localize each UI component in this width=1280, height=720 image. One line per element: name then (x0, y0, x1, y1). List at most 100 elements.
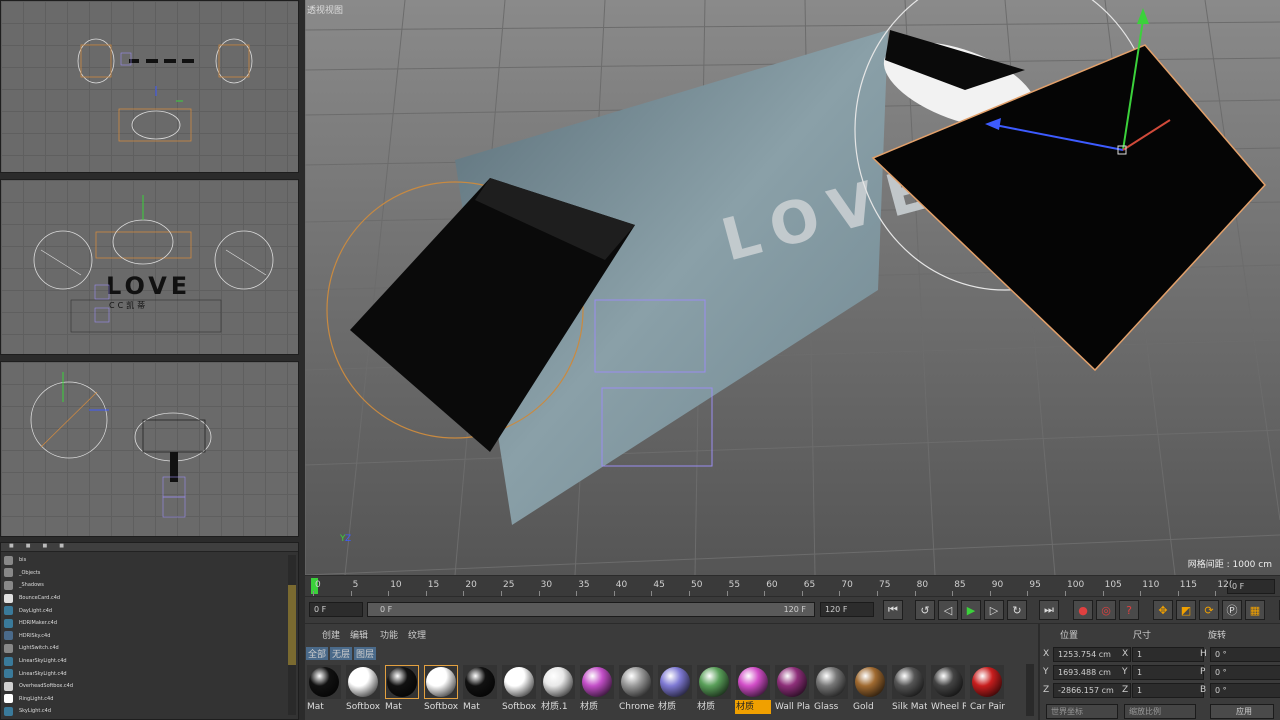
rotation-field[interactable]: 0 ° (1210, 665, 1280, 680)
material-swatch[interactable]: Softbox (501, 664, 537, 716)
content-item[interactable]: DayLight.c4d (1, 604, 298, 617)
timeline-tick-mark (538, 591, 540, 596)
content-item[interactable]: HDRIMaker.c4d (1, 617, 298, 630)
material-menu-create[interactable]: 创建 (322, 628, 340, 641)
filter-no-layer[interactable]: 无层 (330, 647, 353, 660)
content-item[interactable]: LightSwitch.c4d (1, 642, 298, 655)
material-swatch[interactable]: Chrome (618, 664, 654, 716)
timeline-tick-label: 30 (540, 580, 553, 590)
material-menu-texture[interactable]: 纹理 (408, 628, 426, 641)
play-button[interactable]: ▶ (961, 600, 981, 620)
top-viewport[interactable] (0, 0, 299, 173)
filter-layer[interactable]: 图层 (354, 647, 377, 660)
apply-button[interactable]: 应用 (1210, 704, 1274, 719)
size-field[interactable]: 1 (1132, 647, 1204, 662)
browser-menu-1[interactable]: ■ (9, 543, 14, 551)
content-item[interactable]: BounceCard.c4d (1, 592, 298, 605)
start-frame-field[interactable]: 0 F (309, 602, 363, 617)
scale-ratio-dropdown[interactable]: 缩放比例 (1124, 704, 1196, 719)
frame-range-slider[interactable]: 0 F 120 F (367, 602, 815, 617)
timeline-tick-mark (501, 591, 502, 596)
material-swatch[interactable]: 材质 (657, 664, 693, 716)
go-to-end-button[interactable]: ⏭ (1039, 600, 1059, 620)
material-swatch[interactable]: 材质 (579, 664, 615, 716)
content-item[interactable]: _Objects (1, 567, 298, 580)
content-item[interactable]: HDRISky.c4d (1, 630, 298, 643)
next-frame-button[interactable]: ▷ (984, 600, 1004, 620)
move-key-icon[interactable]: ✥ (1153, 600, 1173, 620)
content-item[interactable]: LinearSkyLight.c4d (1, 667, 298, 680)
material-swatch[interactable]: Wheel R (930, 664, 966, 716)
viewport-title: 透视视图 (307, 6, 344, 16)
material-swatch[interactable]: 材质 (696, 664, 732, 716)
position-field[interactable]: -2866.157 cm (1053, 683, 1131, 698)
timeline-tick-label: 50 (691, 580, 703, 590)
material-swatch[interactable]: Mat (462, 664, 498, 716)
content-item[interactable]: bis (1, 554, 298, 567)
pla-key-icon[interactable]: ▦ (1245, 600, 1265, 620)
material-menu-function[interactable]: 功能 (380, 628, 398, 641)
material-scrollbar[interactable] (1026, 664, 1034, 716)
timeline-tick-label: 25 (503, 580, 515, 590)
content-item[interactable]: SkyLight.c4d (1, 705, 298, 718)
rotation-field[interactable]: 0 ° (1210, 647, 1280, 662)
transport-bar: 0 F 0 F 120 F 120 F ⏮ ↺ ◁ ▶ ▷ ↻ ⏭ ● ◎ ? … (305, 597, 1280, 623)
scale-key-icon[interactable]: ◩ (1176, 600, 1196, 620)
autokey-button[interactable]: ◎ (1096, 600, 1116, 620)
material-swatch[interactable]: Gold (852, 664, 888, 716)
material-swatch[interactable]: 材质.1 (540, 664, 576, 716)
browser-menu-4[interactable]: ■ (59, 543, 64, 551)
timeline-ruler[interactable]: 0 F 0 5 10 15 20 25 30 35 40 45 50 55 60 65 70 75 80 85 90… (305, 576, 1280, 596)
sphere-icon (4, 656, 13, 666)
material-name: Mat (307, 702, 324, 712)
param-key-icon[interactable]: Ⓟ (1222, 600, 1242, 620)
end-frame-field[interactable]: 120 F (820, 602, 874, 617)
prev-key-button[interactable]: ↺ (915, 600, 935, 620)
keyframe-selection-button[interactable]: ? (1119, 600, 1139, 620)
material-swatch[interactable]: Wall Pla (774, 664, 810, 716)
material-swatch[interactable]: Silk Mat (891, 664, 927, 716)
filter-all[interactable]: 全部 (306, 647, 329, 660)
material-swatch[interactable]: Mat (306, 664, 342, 716)
timeline-tick-mark (1102, 591, 1104, 596)
world-coords-dropdown[interactable]: 世界坐标 (1046, 704, 1118, 719)
current-frame-field[interactable]: 0 F (1227, 579, 1275, 594)
record-button[interactable]: ● (1073, 600, 1093, 620)
size-field[interactable]: 1 (1132, 665, 1204, 680)
rotation-field[interactable]: 0 ° (1210, 683, 1280, 698)
material-sphere-icon (387, 667, 417, 697)
browser-scrollbar[interactable] (288, 555, 296, 715)
content-item[interactable]: OverheadSoftbox.c4d (1, 680, 298, 693)
timeline-tick-mark (1140, 591, 1142, 596)
next-key-button[interactable]: ↻ (1007, 600, 1027, 620)
material-swatch[interactable]: Glass (813, 664, 849, 716)
content-item[interactable]: LinearSkyLight.c4d (1, 655, 298, 668)
material-swatch[interactable]: Softbox (423, 664, 459, 716)
position-field[interactable]: 1253.754 cm (1053, 647, 1131, 662)
perspective-viewport[interactable]: LOVE Y Z 透视视图 网格间距 : 1000 cm (305, 0, 1280, 575)
material-swatch[interactable]: Car Pair (969, 664, 1005, 716)
rotate-key-icon[interactable]: ⟳ (1199, 600, 1219, 620)
material-swatch[interactable]: Softbox (345, 664, 381, 716)
content-item[interactable]: RingLight.c4d (1, 693, 298, 706)
position-field[interactable]: 1693.488 cm (1053, 665, 1131, 680)
material-sphere-icon (309, 667, 339, 697)
material-preview (892, 665, 926, 699)
material-sphere-icon (738, 667, 768, 697)
sphere-icon (4, 618, 13, 628)
coord-header-position: 位置 (1060, 631, 1079, 641)
content-item[interactable]: _Shadows (1, 579, 298, 592)
browser-menu-2[interactable]: ■ (26, 543, 31, 551)
material-name: Glass (814, 702, 839, 712)
timeline-tick-mark (350, 591, 352, 596)
material-menu-edit[interactable]: 编辑 (350, 628, 368, 641)
browser-menu-3[interactable]: ■ (42, 543, 47, 551)
material-swatch[interactable]: Mat (384, 664, 420, 716)
go-to-start-button[interactable]: ⏮ (883, 600, 903, 620)
material-name: Wall Pla (775, 702, 810, 712)
front-viewport[interactable]: LOVE CC凯蒂 (0, 179, 299, 355)
size-field[interactable]: 1 (1132, 683, 1204, 698)
prev-frame-button[interactable]: ◁ (938, 600, 958, 620)
material-swatch[interactable]: 材质 (735, 664, 771, 716)
side-viewport[interactable] (0, 361, 299, 537)
